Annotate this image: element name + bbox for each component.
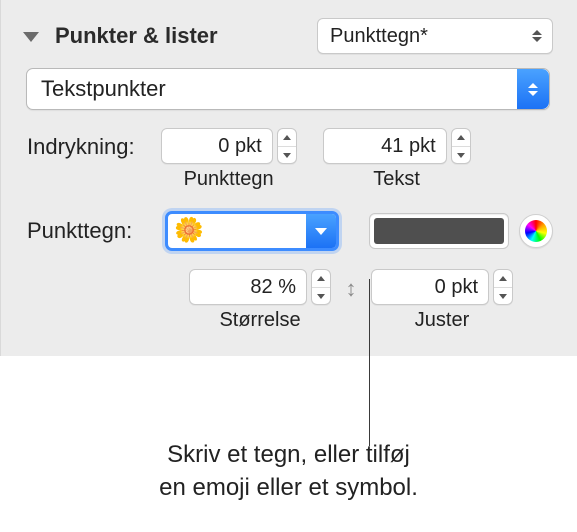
stepper-buttons[interactable] — [451, 128, 471, 164]
color-picker-button[interactable] — [519, 214, 553, 248]
size-align-row: 82 % Størrelse ↕ 0 pkt Juster — [23, 269, 553, 332]
vertical-align-icon: ↕ — [343, 271, 359, 307]
color-swatch — [374, 218, 504, 244]
stepper-buttons[interactable] — [493, 269, 513, 305]
text-indent-caption: Tekst — [373, 168, 420, 191]
list-style-value: Punkttegn* — [330, 25, 428, 48]
stepper-buttons[interactable] — [311, 269, 331, 305]
section-title: Punkter & lister — [55, 23, 218, 49]
callout-text: Skriv et tegn, eller tilføj en emoji ell… — [0, 439, 577, 504]
bullet-char-popup[interactable]: 🌼 — [165, 211, 339, 251]
section-header: Punkter & lister Punkttegn* — [23, 18, 553, 54]
align-caption: Juster — [415, 309, 469, 332]
bullet-glyph: 🌼 — [174, 219, 204, 243]
bullet-type-value: Tekstpunkter — [41, 76, 166, 102]
list-style-popup[interactable]: Punkttegn* — [317, 18, 553, 54]
popup-endcap-icon — [517, 69, 549, 109]
popup-arrow-icon — [306, 214, 336, 248]
bullet-indent-caption: Punkttegn — [184, 168, 274, 191]
color-wheel-icon — [525, 220, 547, 242]
stepper-buttons[interactable] — [277, 128, 297, 164]
text-indent-field[interactable]: 41 pkt — [323, 128, 447, 164]
callout-leader-line — [369, 279, 370, 446]
bullets-and-lists-panel: Punkter & lister Punkttegn* Tekstpunkter… — [0, 0, 577, 356]
disclosure-triangle-icon[interactable] — [23, 32, 39, 42]
text-indent-stepper[interactable]: 41 pkt — [323, 128, 471, 164]
indent-label: Indrykning: — [27, 134, 135, 160]
align-stepper[interactable]: 0 pkt — [371, 269, 513, 305]
callout-line1: Skriv et tegn, eller tilføj — [167, 441, 410, 468]
size-caption: Størrelse — [219, 309, 300, 332]
align-field[interactable]: 0 pkt — [371, 269, 489, 305]
bullet-character-row: Punkttegn: 🌼 — [23, 211, 553, 251]
bullet-indent-stepper[interactable]: 0 pkt — [161, 128, 297, 164]
bullet-type-popup[interactable]: Tekstpunkter — [26, 68, 550, 110]
callout-line2: en emoji eller et symbol. — [159, 474, 418, 501]
indent-row: Indrykning: 0 pkt Punkttegn 41 pkt Tekst — [23, 128, 553, 191]
size-stepper[interactable]: 82 % — [189, 269, 331, 305]
bullet-indent-field[interactable]: 0 pkt — [161, 128, 273, 164]
popup-arrows-icon — [532, 30, 542, 42]
bullet-char-label: Punkttegn: — [27, 218, 155, 244]
size-field[interactable]: 82 % — [189, 269, 307, 305]
bullet-color-well[interactable] — [369, 213, 509, 249]
